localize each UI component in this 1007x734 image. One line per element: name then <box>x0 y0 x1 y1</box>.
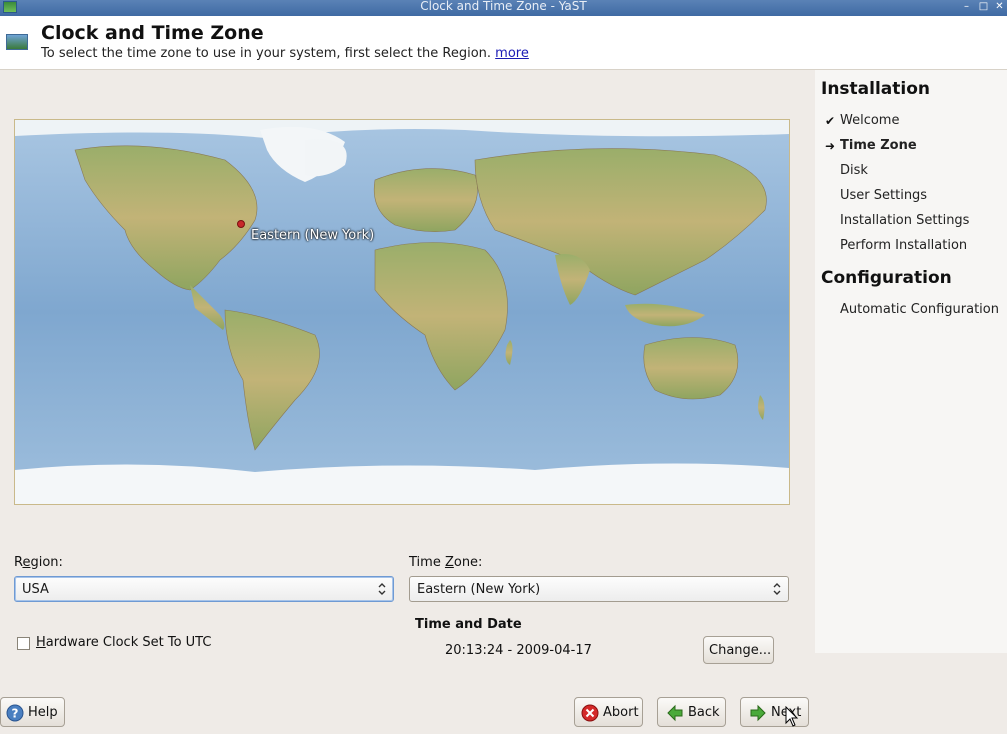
step-disk: Disk <box>840 163 868 178</box>
help-button[interactable]: ? Help <box>0 697 65 727</box>
yast-app-icon <box>3 1 17 13</box>
installation-heading: Installation <box>821 79 931 99</box>
configuration-heading: Configuration <box>821 268 952 288</box>
installation-steps-panel <box>815 70 1007 653</box>
window-title: Clock and Time Zone - YaST <box>420 0 587 13</box>
help-icon: ? <box>6 704 24 722</box>
world-map <box>15 120 789 504</box>
back-arrow-icon <box>667 704 683 722</box>
hwclock-label-accel: H <box>36 635 46 650</box>
updown-arrows-icon <box>773 583 781 595</box>
step-user-settings: User Settings <box>840 188 928 203</box>
timezone-value: Eastern (New York) <box>417 582 541 597</box>
step-perform-installation: Perform Installation <box>840 238 968 253</box>
change-time-button[interactable]: Change... <box>703 636 774 664</box>
timezone-label-post: one: <box>453 555 483 570</box>
step-welcome: Welcome <box>840 113 900 128</box>
timezone-label-accel: Z <box>444 555 454 570</box>
timezone-select[interactable]: Eastern (New York) <box>409 576 789 602</box>
world-map-icon <box>6 34 28 50</box>
time-zone-map[interactable]: Eastern (New York) <box>14 119 790 505</box>
page-subtitle: To select the time zone to use in your s… <box>41 46 529 61</box>
step-installation-settings: Installation Settings <box>840 213 970 228</box>
timezone-label-pre: Time <box>409 555 445 570</box>
hardware-clock-utc-label[interactable]: Hardware Clock Set To UTC <box>36 635 211 650</box>
help-label: Help <box>28 705 58 720</box>
abort-label: Abort <box>603 705 639 720</box>
region-label-post: gion: <box>30 555 63 570</box>
time-date-value: 20:13:24 - 2009-04-17 <box>445 643 592 658</box>
dialog-header: Clock and Time Zone To select the time z… <box>0 16 1007 70</box>
subtitle-text: To select the time zone to use in your s… <box>41 46 492 61</box>
next-arrow-icon <box>750 704 766 722</box>
check-icon: ✔ <box>825 114 836 128</box>
step-time-zone: Time Zone <box>840 138 917 153</box>
maximize-icon[interactable]: □ <box>978 1 989 12</box>
window-titlebar[interactable]: Clock and Time Zone - YaST – □ ✕ <box>0 0 1007 16</box>
updown-arrows-icon <box>378 583 386 595</box>
region-select[interactable]: USA <box>14 576 394 602</box>
mouse-cursor-icon <box>785 706 799 727</box>
abort-icon <box>581 704 599 722</box>
back-button[interactable]: Back <box>657 697 726 727</box>
more-link[interactable]: more <box>495 46 529 61</box>
arrow-right-icon: ➜ <box>825 139 836 153</box>
close-icon[interactable]: ✕ <box>994 1 1005 12</box>
timezone-label: Time Zone: <box>409 555 482 570</box>
time-date-heading: Time and Date <box>415 617 522 632</box>
selected-zone-label: Eastern (New York) <box>251 228 375 243</box>
region-value: USA <box>22 582 49 597</box>
region-label: Region: <box>14 555 63 570</box>
step-automatic-configuration: Automatic Configuration <box>840 302 999 317</box>
abort-button[interactable]: Abort <box>574 697 643 727</box>
hwclock-label-post: ardware Clock Set To UTC <box>45 635 212 650</box>
minimize-icon[interactable]: – <box>961 1 972 12</box>
change-time-label: Change... <box>709 643 772 658</box>
page-title: Clock and Time Zone <box>41 22 264 44</box>
svg-text:?: ? <box>12 707 19 721</box>
selected-zone-marker <box>237 220 245 228</box>
hardware-clock-utc-checkbox[interactable] <box>17 637 30 650</box>
back-label: Back <box>688 705 720 720</box>
